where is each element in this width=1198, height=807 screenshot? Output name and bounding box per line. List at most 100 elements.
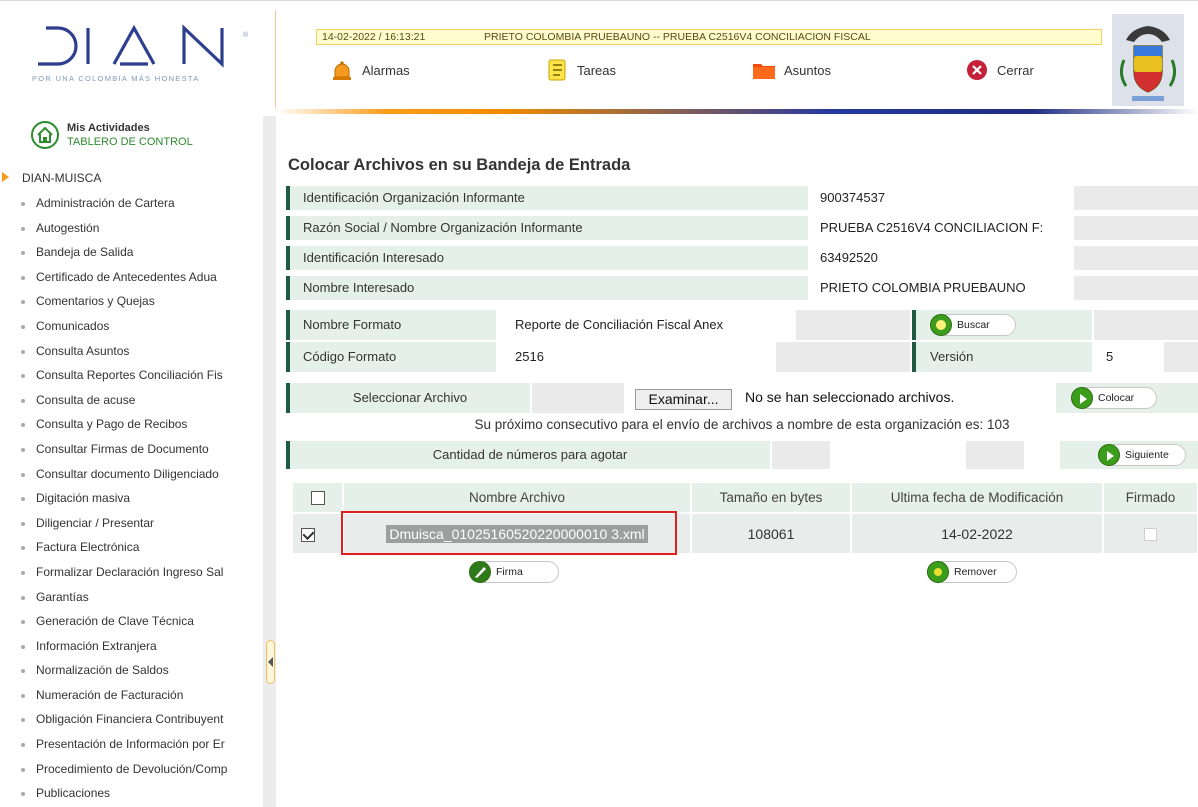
version-value: 5 — [1106, 349, 1114, 364]
info-value: PRIETO COLOMBIA PRUEBAUNO — [820, 280, 1026, 295]
sidebar-menu-item[interactable]: Digitación masiva — [0, 486, 263, 511]
sidebar-menu-list: Administración de Cartera Autogestión Band… — [0, 191, 263, 806]
sidebar-menu-item[interactable]: Formalizar Declaración Ingreso Sal — [0, 560, 263, 585]
nav-asuntos-button[interactable]: Asuntos — [752, 59, 862, 81]
info-row-org-id: Identificación Organización Informante 9… — [286, 186, 1198, 211]
firma-label: Firma — [496, 566, 523, 578]
header-top-border — [0, 0, 1198, 1]
info-label: Identificación Organización Informante — [286, 186, 808, 210]
sidebar-menu-item[interactable]: Certificado de Antecedentes Adua — [0, 265, 263, 290]
sidebar-menu-item[interactable]: Obligación Financiera Contribuyent — [0, 707, 263, 732]
sidebar-menu-item[interactable]: Procedimiento de Devolución/Comp — [0, 757, 263, 782]
header-gradient-divider — [276, 109, 1198, 114]
row-checkbox[interactable] — [301, 527, 315, 542]
nav-alarmas-button[interactable]: Alarmas — [330, 59, 440, 81]
sidebar-menu-item[interactable]: Factura Electrónica — [0, 535, 263, 560]
formato-empty-cell — [1094, 310, 1198, 340]
sidebar-menu-item[interactable]: Presentación de Información por Er — [0, 732, 263, 757]
sidebar-menu-item[interactable]: Consulta y Pago de Recibos — [0, 412, 263, 437]
session-datetime: 14-02-2022 / 16:13:21 — [322, 31, 426, 43]
sidebar-menu-item[interactable]: Garantías — [0, 585, 263, 610]
double-arrow-icon — [1098, 444, 1120, 466]
file-size-cell: 108061 — [691, 512, 852, 553]
files-table: Nombre Archivo Tamaño en bytes Ultima fe… — [293, 483, 1198, 553]
firma-button[interactable]: Firma — [469, 561, 559, 583]
quantity-cell — [966, 441, 1024, 469]
sidebar-menu-item[interactable]: Comentarios y Quejas — [0, 289, 263, 314]
sidebar-collapse-handle[interactable] — [266, 640, 275, 684]
sidebar-subtitle-link[interactable]: TABLERO DE CONTROL — [67, 136, 193, 148]
arrow-right-circle-icon — [1071, 387, 1093, 409]
session-user: PRIETO COLOMBIA PRUEBAUNO -- PRUEBA C251… — [484, 31, 871, 43]
remove-circle-icon — [927, 561, 949, 583]
buscar-cell: Buscar — [912, 310, 1092, 340]
buscar-button[interactable]: Buscar — [930, 314, 1016, 336]
select-all-checkbox[interactable] — [310, 491, 325, 506]
col-header-signed: Firmado — [1103, 483, 1198, 513]
sidebar-menu-item[interactable]: Consulta de acuse — [0, 388, 263, 413]
file-picker-padding — [532, 383, 624, 413]
browse-button[interactable]: Examinar... — [635, 389, 732, 410]
sidebar-menu-item[interactable]: Numeración de Facturación — [0, 683, 263, 708]
coat-of-arms-image — [1112, 14, 1184, 106]
sidebar-menu-item[interactable]: Consulta Reportes Conciliación Fis — [0, 363, 263, 388]
info-label: Nombre Interesado — [286, 276, 808, 300]
sidebar-menu-item[interactable]: Bandeja de Salida — [0, 240, 263, 265]
sidebar-menu-item[interactable]: Autogestión — [0, 216, 263, 241]
quantity-label: Cantidad de números para agotar — [286, 441, 770, 469]
info-extra-cell — [1074, 246, 1198, 270]
select-all-cell — [293, 483, 344, 513]
remover-button[interactable]: Remover — [927, 561, 1017, 583]
sidebar-menu-item[interactable]: Generación de Clave Técnica — [0, 609, 263, 634]
col-header-size: Tamaño en bytes — [691, 483, 852, 513]
nav-cerrar-label: Cerrar — [997, 63, 1034, 78]
sidebar-group-dian-muisca[interactable]: DIAN-MUISCA — [0, 168, 263, 188]
search-circle-icon — [930, 314, 952, 336]
formato-code-value: 2516 — [515, 349, 544, 364]
file-name[interactable]: Dmuisca_01025160520220000010 3.xml — [386, 524, 648, 543]
siguiente-cell: Siguiente — [1060, 441, 1198, 469]
sidebar-menu-item[interactable]: Información Extranjera — [0, 634, 263, 659]
buscar-label: Buscar — [957, 319, 990, 331]
quantity-row: Cantidad de números para agotar Siguient… — [286, 441, 1198, 469]
session-status-bar: 14-02-2022 / 16:13:21 PRIETO COLOMBIA PR… — [316, 29, 1102, 45]
collapse-arrow-icon — [268, 657, 273, 667]
file-modified-cell: 14-02-2022 — [851, 512, 1104, 553]
sidebar-header[interactable]: Mis Actividades TABLERO DE CONTROL — [0, 116, 263, 158]
nav-alarmas-label: Alarmas — [362, 63, 410, 78]
sidebar-menu-item[interactable]: Administración de Cartera — [0, 191, 263, 216]
info-row-interesado-name: Nombre Interesado PRIETO COLOMBIA PRUEBA… — [286, 276, 1198, 301]
sidebar-menu-item[interactable]: Comunicados — [0, 314, 263, 339]
sidebar-menu-item[interactable]: Diligenciar / Presentar — [0, 511, 263, 536]
main-content: Colocar Archivos en su Bandeja de Entrad… — [276, 116, 1198, 807]
formato-empty-cell — [796, 310, 910, 340]
nav-tareas-button[interactable]: Tareas — [545, 59, 655, 81]
signed-checkbox — [1144, 528, 1157, 542]
sidebar-menu-item[interactable]: Consulta Asuntos — [0, 339, 263, 364]
nav-cerrar-button[interactable]: Cerrar — [965, 59, 1075, 81]
sidebar-menu-item[interactable]: Consultar Firmas de Documento — [0, 437, 263, 462]
dian-logo[interactable]: ® POR UNA COLOMBIA MÁS HONESTA — [14, 10, 276, 108]
sidebar-menu-item[interactable]: Consultar documento Diligenciado — [0, 462, 263, 487]
page-title: Colocar Archivos en su Bandeja de Entrad… — [288, 156, 631, 174]
table-row[interactable]: Dmuisca_01025160520220000010 3.xml 10806… — [293, 512, 1198, 553]
formato-code-row: Código Formato 2516 Versión 5 — [286, 342, 1198, 372]
siguiente-label: Siguiente — [1125, 449, 1169, 461]
file-name-cell: Dmuisca_01025160520220000010 3.xml — [343, 512, 692, 553]
table-header-row: Nombre Archivo Tamaño en bytes Ultima fe… — [293, 483, 1198, 513]
colocar-button[interactable]: Colocar — [1071, 387, 1157, 409]
sidebar-menu-item[interactable]: Publicaciones — [0, 781, 263, 806]
colocar-cell: Colocar — [1056, 383, 1198, 413]
siguiente-button[interactable]: Siguiente — [1098, 444, 1186, 466]
info-label: Razón Social / Nombre Organización Infor… — [286, 216, 808, 240]
formato-name-value: Reporte de Conciliación Fiscal Anex — [515, 317, 724, 332]
file-signed-cell — [1103, 512, 1198, 553]
sidebar: Mis Actividades TABLERO DE CONTROL DIAN-… — [0, 116, 263, 807]
home-icon[interactable] — [31, 121, 59, 149]
info-extra-cell — [1074, 276, 1198, 300]
sidebar-menu-item[interactable]: Normalización de Saldos — [0, 658, 263, 683]
bell-icon — [333, 61, 351, 80]
sidebar-title: Mis Actividades — [67, 122, 150, 134]
formato-name-row: Nombre Formato Reporte de Conciliación F… — [286, 310, 1198, 340]
info-label: Identificación Interesado — [286, 246, 808, 270]
